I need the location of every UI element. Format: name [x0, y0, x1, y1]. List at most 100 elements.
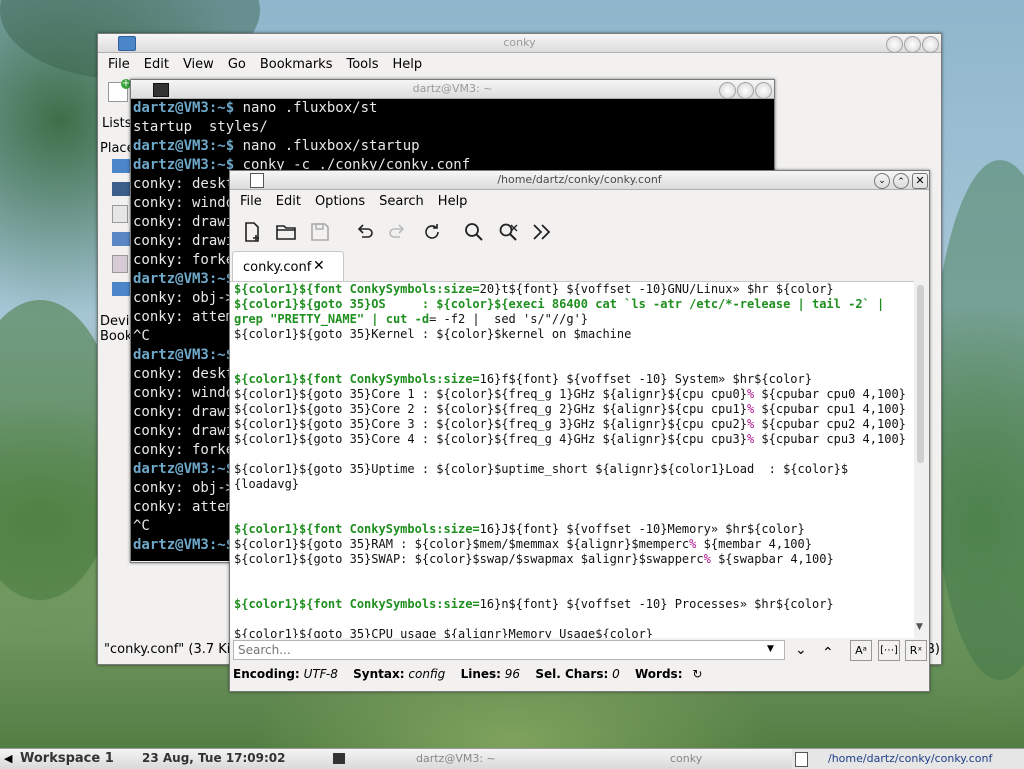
terminal-line: dartz@VM3:~$ nano .fluxbox/st: [133, 99, 774, 118]
desktop-icon[interactable]: [112, 182, 130, 196]
search-bar: ▼ ⌄ ⌃ Aᵃ [⋯] Rˣ: [230, 637, 929, 665]
minimize-button[interactable]: [886, 36, 903, 53]
find-previous-icon[interactable]: ⌃: [822, 645, 834, 661]
chevron-down-button[interactable]: ⌄: [874, 173, 890, 189]
workspace-name[interactable]: Workspace 1: [20, 751, 114, 766]
find-replace-icon[interactable]: [494, 218, 522, 246]
code-line: ${color1}${goto 35}Core 3 : ${color}${fr…: [234, 417, 915, 432]
code-segment: = -f2 | sed 's/"//g'}: [429, 312, 589, 326]
editor-menu-options[interactable]: Options: [315, 194, 365, 209]
code-segment: 16}f${font} ${voffset -10} System» $hr${…: [479, 372, 812, 386]
fm-titlebar[interactable]: conky: [98, 34, 941, 53]
tab-conky-conf[interactable]: conky.conf ✕: [232, 251, 344, 282]
match-case-icon[interactable]: Aᵃ: [850, 640, 872, 661]
terminal-text: ^C: [133, 518, 150, 534]
trash-icon[interactable]: [112, 255, 128, 273]
scrollbar-thumb[interactable]: [917, 285, 924, 463]
close-tab-icon[interactable]: ✕: [313, 258, 325, 274]
terminal-titlebar[interactable]: dartz@VM3: ~: [131, 80, 774, 99]
fm-menu-view[interactable]: View: [183, 57, 214, 72]
code-segment: ${color1}${font ConkySymbols:size=: [234, 372, 480, 386]
open-folder-icon[interactable]: [272, 218, 300, 246]
code-line: ${color1}${goto 35}Core 1 : ${color}${fr…: [234, 387, 915, 402]
terminal-text: conky: drawi: [133, 423, 235, 439]
minimize-button[interactable]: [719, 82, 736, 99]
bookmarks-label: Book: [100, 329, 133, 344]
terminal-text: conky: drawi: [133, 404, 235, 420]
jump-to-line-icon[interactable]: [528, 218, 556, 246]
fm-menu-go[interactable]: Go: [228, 57, 246, 72]
search-icon[interactable]: [460, 218, 488, 246]
new-file-icon[interactable]: [238, 218, 266, 246]
fm-menu-tools[interactable]: Tools: [346, 57, 378, 72]
editor-titlebar[interactable]: /home/dartz/conky/conky.conf ⌄ ⌃ ✕: [230, 171, 929, 190]
code-segment: ${color1}${goto 35}OS : ${color}${execi …: [234, 297, 885, 311]
editor-menu-file[interactable]: File: [240, 194, 262, 209]
code-segment: ${color1}${goto 35}Core 4 : ${color}${fr…: [234, 432, 747, 446]
task-conky[interactable]: conky: [560, 749, 790, 769]
code-segment: ${membar 4,100}: [696, 537, 812, 551]
code-line: grep "PRETTY_NAME" | cut -d= -f2 | sed '…: [234, 312, 915, 327]
code-editor[interactable]: ${color1}${font ConkySymbols:size= 20}t${…: [230, 281, 915, 638]
task-terminal[interactable]: dartz@VM3: ~: [330, 749, 560, 769]
code-segment: ${color1}${goto 35}Core 3 : ${color}${fr…: [234, 417, 747, 431]
fm-menu-bookmarks[interactable]: Bookmarks: [260, 57, 333, 72]
workspace-prev-icon[interactable]: ◀: [4, 752, 12, 765]
chevron-up-button[interactable]: ⌃: [893, 173, 909, 189]
code-segment: ${swapbar 4,100}: [710, 552, 834, 566]
code-line: ${color1}${goto 35}RAM : ${color}$mem/$m…: [234, 537, 915, 552]
terminal-text: nano .fluxbox/startup: [234, 138, 420, 154]
regex-icon[interactable]: Rˣ: [905, 640, 927, 661]
editor-menu-search[interactable]: Search: [379, 194, 424, 209]
code-segment: ${color1}${font ConkySymbols:size=: [234, 522, 480, 536]
save-icon: [306, 218, 334, 246]
fm-menu-help[interactable]: Help: [393, 57, 423, 72]
maximize-button[interactable]: [904, 36, 921, 53]
refresh-word-count-icon[interactable]: ↻: [692, 667, 702, 681]
new-tab-icon[interactable]: +: [108, 79, 131, 102]
editor-menu-help[interactable]: Help: [438, 194, 468, 209]
terminal-text: conky: attem: [133, 309, 235, 325]
close-button[interactable]: [922, 36, 939, 53]
fm-menu-edit[interactable]: Edit: [144, 57, 169, 72]
code-line: ${color1}${font ConkySymbols:size=16}f${…: [234, 372, 915, 387]
taskbar: ◀ Workspace 1 23 Aug, Tue 17:09:02 dartz…: [0, 748, 1024, 769]
find-next-icon[interactable]: ⌄: [795, 642, 807, 658]
terminal-text: ^C: [133, 328, 150, 344]
network-folder-icon[interactable]: [112, 282, 130, 296]
words-label: Words:: [635, 667, 683, 681]
search-history-dropdown-icon[interactable]: ▼: [767, 644, 774, 654]
fm-menubar: File Edit View Go Bookmarks Tools Help: [98, 53, 941, 75]
code-segment: 20}t${font} ${voffset -10}GNU/Linux» $hr…: [479, 282, 834, 296]
terminal-title: dartz@VM3: ~: [412, 82, 493, 95]
undo-icon[interactable]: [350, 218, 378, 246]
search-input[interactable]: [233, 640, 785, 660]
vertical-scrollbar[interactable]: ▼: [914, 281, 928, 637]
close-button[interactable]: ✕: [912, 173, 928, 189]
maximize-button[interactable]: [737, 82, 754, 99]
reload-icon[interactable]: [418, 218, 446, 246]
selchars-label: Sel. Chars:: [535, 667, 609, 681]
redo-icon: [384, 218, 412, 246]
editor-menu-edit[interactable]: Edit: [276, 194, 301, 209]
task-editor[interactable]: /home/dartz/conky/conky.conf: [792, 749, 1024, 769]
close-button[interactable]: [755, 82, 772, 99]
task-editor-label: /home/dartz/conky/conky.conf: [828, 752, 993, 765]
home-folder-icon[interactable]: [112, 159, 130, 173]
fm-menu-file[interactable]: File: [108, 57, 130, 72]
side-tab-lists[interactable]: Lists: [102, 116, 132, 131]
code-segment: ${color1}${goto 35}RAM : ${color}$mem/$m…: [234, 537, 690, 551]
code-line: ${color1}${goto 35}SWAP: ${color}$swap/$…: [234, 552, 915, 567]
whole-word-icon[interactable]: [⋯]: [878, 640, 900, 661]
editor-app-icon: [250, 173, 264, 188]
encoding-value: UTF-8: [303, 667, 338, 681]
document-icon[interactable]: [112, 205, 128, 223]
computer-icon[interactable]: [112, 232, 130, 246]
editor-task-icon: [795, 752, 808, 767]
code-line: ${color1}${goto 35}Core 4 : ${color}${fr…: [234, 432, 915, 447]
scroll-down-arrow[interactable]: ▼: [916, 622, 923, 632]
terminal-app-icon: [153, 83, 169, 97]
